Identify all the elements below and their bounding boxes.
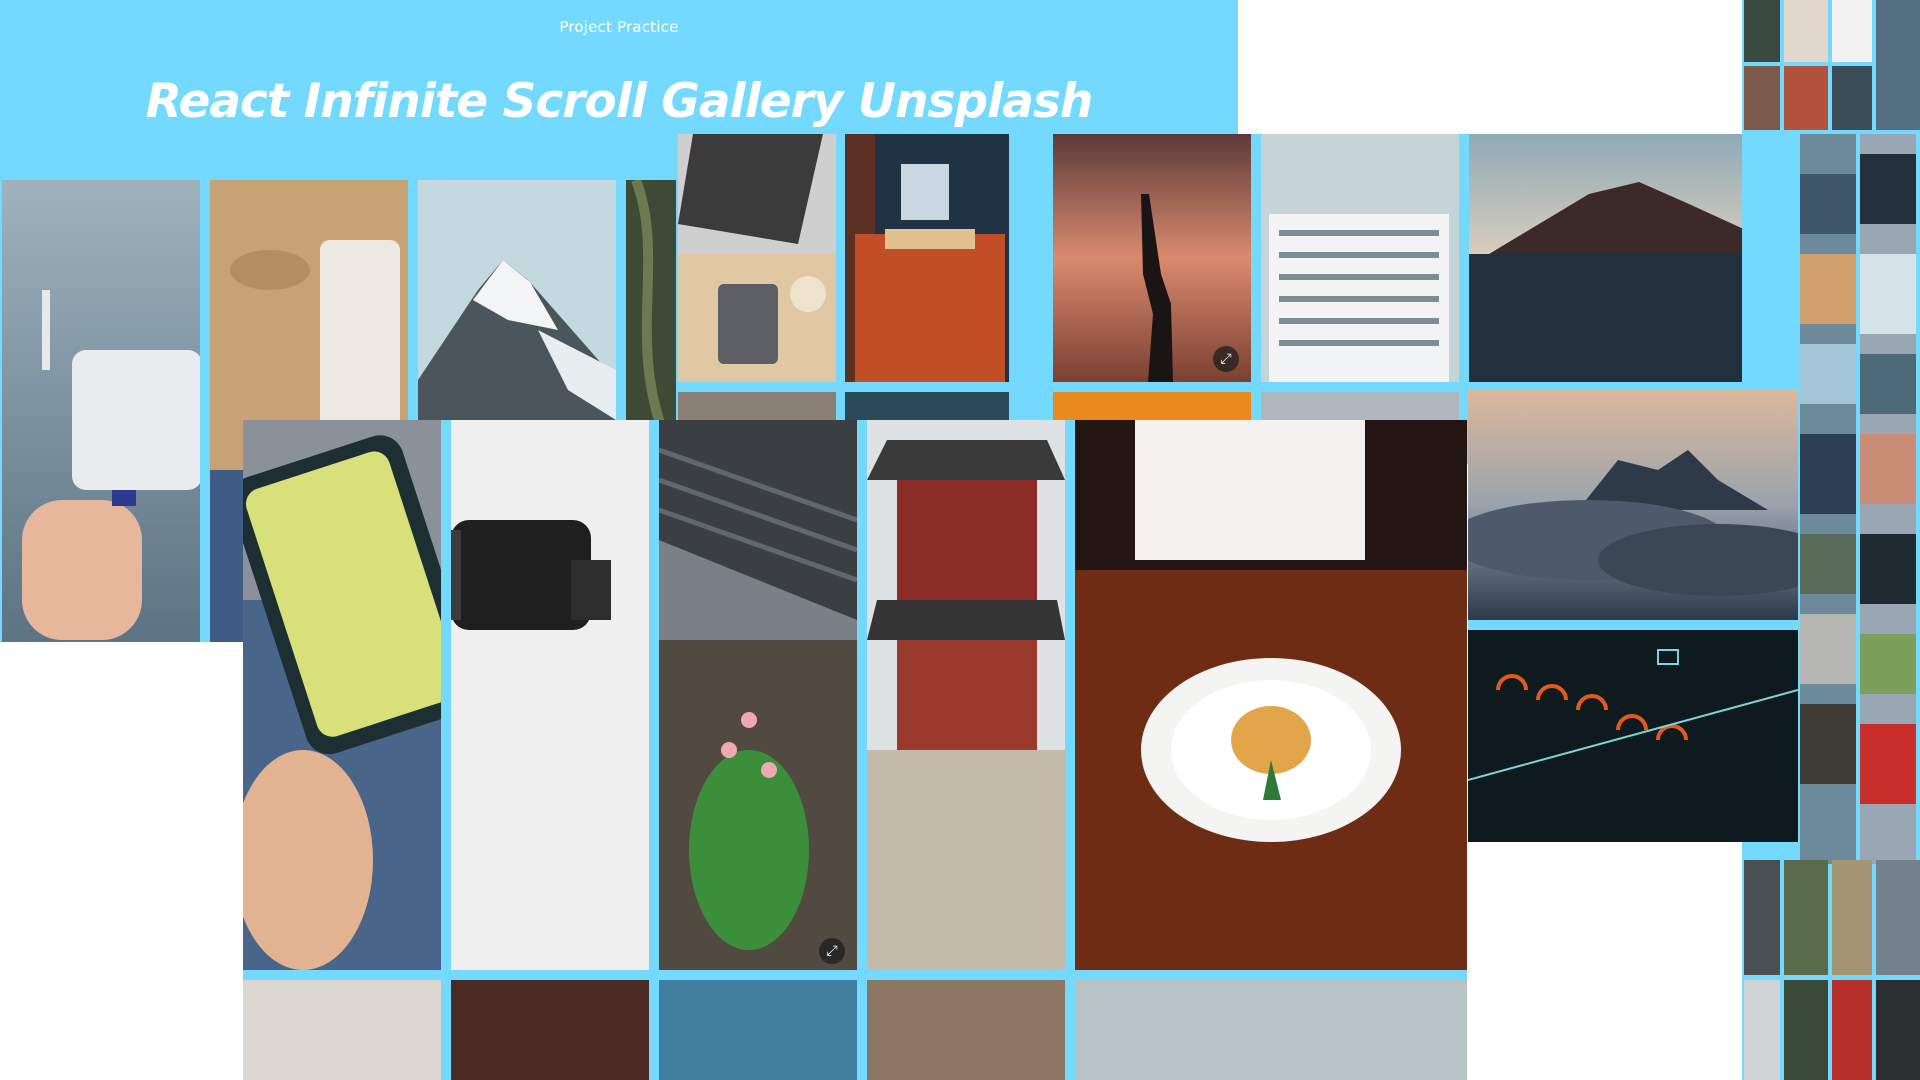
thumb-15[interactable] — [1876, 980, 1920, 1080]
thumb-col-1[interactable] — [1800, 134, 1856, 864]
row2-portrait-photo[interactable] — [243, 980, 441, 1080]
thumb-2[interactable] — [1744, 66, 1780, 130]
laptop-desk-photo[interactable] — [678, 134, 836, 382]
row2-crowd-photo[interactable] — [867, 980, 1065, 1080]
gallery-panel-front: ⤢ — [243, 420, 1467, 1080]
page-title: React Infinite Scroll Gallery Unsplash — [145, 74, 1094, 129]
white-building-photo[interactable] — [1261, 134, 1459, 382]
sunset-hand-photo[interactable]: ⤢ — [1053, 134, 1251, 382]
thumb-14[interactable] — [1832, 980, 1872, 1080]
synth-screen-photo[interactable] — [1468, 630, 1798, 842]
thumb-8[interactable] — [1744, 860, 1780, 975]
pagoda-temple-photo[interactable] — [867, 420, 1065, 970]
expand-icon[interactable]: ⤢ — [1213, 346, 1239, 372]
thumb-12[interactable] — [1744, 980, 1780, 1080]
row2-dark-room-photo[interactable] — [451, 980, 649, 1080]
thumb-13[interactable] — [1784, 980, 1828, 1080]
gallery-panel-right — [1468, 382, 1798, 842]
hanok-roof-photo[interactable]: ⤢ — [659, 420, 857, 970]
camera-lens-photo[interactable] — [451, 420, 649, 970]
thumb-col-2[interactable] — [1860, 134, 1916, 864]
plated-dish-photo[interactable] — [1075, 420, 1467, 970]
cloud-peaks-photo[interactable] — [1468, 390, 1798, 620]
phone-in-hand-photo[interactable] — [243, 420, 441, 970]
thumb-4[interactable] — [1784, 66, 1828, 130]
thumb-5[interactable] — [1832, 0, 1872, 62]
row2-landscape-photo[interactable] — [1075, 980, 1467, 1080]
thumb-11[interactable] — [1876, 860, 1920, 975]
project-label: Project Practice — [559, 18, 679, 36]
thumb-6[interactable] — [1832, 66, 1872, 130]
thumb-10[interactable] — [1832, 860, 1872, 975]
expand-icon[interactable]: ⤢ — [819, 938, 845, 964]
thumb-9[interactable] — [1784, 860, 1828, 975]
thumb-7[interactable] — [1876, 0, 1920, 130]
drone-battery-photo[interactable] — [2, 180, 200, 642]
thumb-3[interactable] — [1784, 0, 1828, 62]
row2-sky-photo[interactable] — [659, 980, 857, 1080]
orange-bedroom-photo[interactable] — [845, 134, 1009, 382]
thumb-1[interactable] — [1744, 0, 1780, 62]
